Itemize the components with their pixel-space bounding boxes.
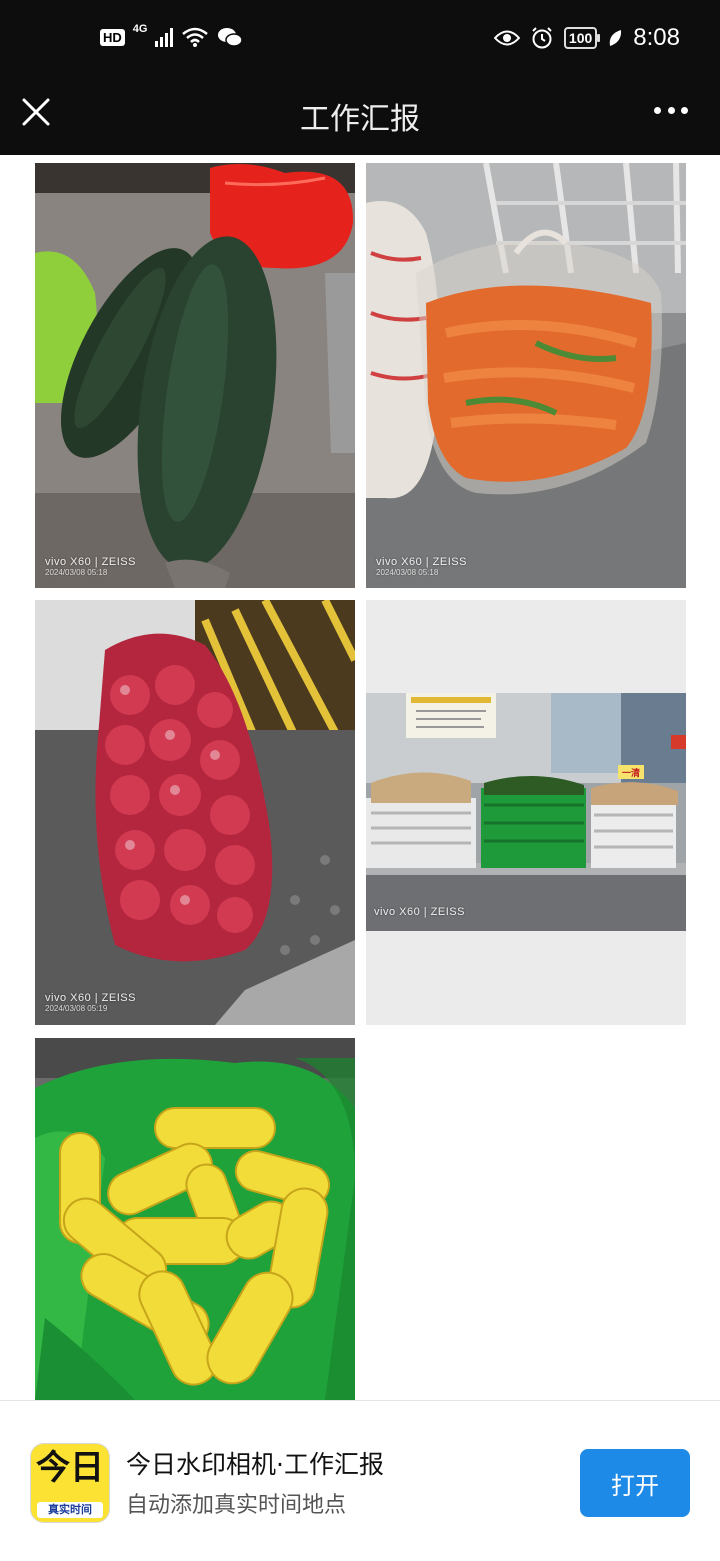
- battery-indicator: 100: [563, 27, 601, 49]
- status-right: 100 8:08: [493, 24, 680, 52]
- app-icon-subtext: 真实时间: [37, 1502, 103, 1518]
- clock-time: 8:08: [633, 24, 680, 51]
- status-bar: HD 4G 100 8:08: [0, 0, 720, 80]
- photo-watermark: vivo X60 | ZEISS: [374, 906, 465, 918]
- leaf-icon: [610, 30, 622, 46]
- alarm-icon: [532, 27, 552, 49]
- status-left: HD 4G: [100, 23, 244, 48]
- network-type: 4G: [132, 23, 148, 35]
- photo-watermark: vivo X60 | ZEISS 2024/03/08 05:19: [45, 992, 136, 1013]
- basket-sign-label: 一清: [622, 767, 640, 778]
- signal-icon: [155, 27, 174, 47]
- app-icon-text: 今日: [36, 1448, 104, 1488]
- hd-badge: HD: [100, 28, 125, 46]
- more-icon[interactable]: [654, 107, 688, 115]
- app-title: 今日水印相机·工作汇报: [126, 1450, 384, 1479]
- wechat-icon: [218, 28, 244, 47]
- photo-corn[interactable]: [35, 1038, 355, 1400]
- wifi-icon: [182, 27, 209, 47]
- open-button[interactable]: 打开: [580, 1449, 690, 1517]
- photo-watermark: vivo X60 | ZEISS 2024/03/08 05:18: [376, 556, 467, 577]
- nav-bar: 工作汇报: [0, 80, 720, 155]
- app-icon[interactable]: 今日 真实时间: [30, 1443, 110, 1523]
- photo-watermark: vivo X60 | ZEISS 2024/03/08 05:18: [45, 556, 136, 577]
- app-subtitle: 自动添加真实时间地点: [126, 1493, 347, 1518]
- photo-winter-melon[interactable]: vivo X60 | ZEISS 2024/03/08 05:18: [35, 163, 355, 588]
- eye-icon: [493, 30, 520, 46]
- photo-onions[interactable]: vivo X60 | ZEISS 2024/03/08 05:19: [35, 600, 355, 1025]
- photo-carrots[interactable]: vivo X60 | ZEISS 2024/03/08 05:18: [366, 163, 686, 588]
- page-title: 工作汇报: [300, 102, 420, 137]
- app-promo-banner: 今日 真实时间 今日水印相机·工作汇报 自动添加真实时间地点 打开: [0, 1400, 720, 1561]
- photo-greens-baskets[interactable]: 一清 vivo X60 | ZEISS: [366, 600, 686, 1025]
